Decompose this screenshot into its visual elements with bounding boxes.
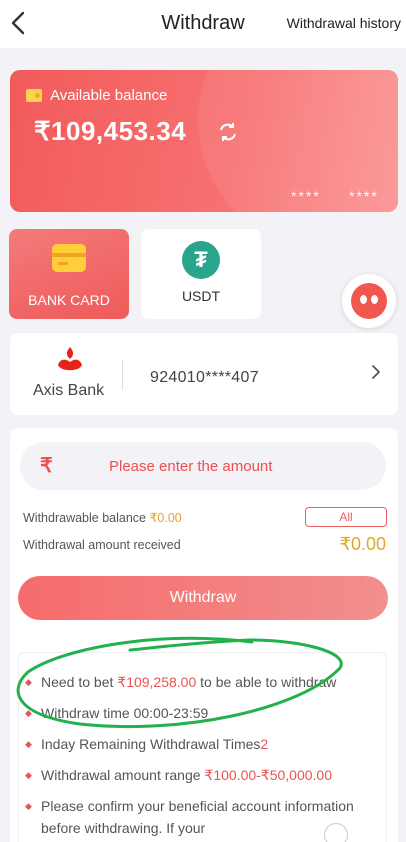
method-label: BANK CARD <box>28 292 110 308</box>
all-button[interactable]: All <box>305 507 387 527</box>
tether-icon: ₮ <box>182 241 220 279</box>
bank-card-icon <box>52 244 86 272</box>
top-bar: Withdraw Withdrawal history <box>0 0 406 48</box>
balance-label: Available balance <box>50 87 168 104</box>
withdraw-button[interactable]: Withdraw <box>18 576 388 620</box>
support-mascot-icon <box>351 283 387 319</box>
withdrawable-label: Withdrawable balance <box>23 511 150 525</box>
scroll-indicator <box>324 823 348 842</box>
customer-service-button[interactable] <box>342 274 396 328</box>
masked-card-left: **** <box>291 188 321 204</box>
amount-input[interactable] <box>75 442 375 490</box>
withdrawable-value: ₹0.00 <box>149 511 182 525</box>
bank-logo-icon <box>58 347 82 371</box>
note-bet-requirement: Need to bet ₹109,258.00 to be able to wi… <box>25 671 381 693</box>
balance-card: Available balance ₹109,453.34 **** **** <box>10 70 398 212</box>
amount-field[interactable]: ₹ <box>20 442 386 490</box>
method-bank-card[interactable]: BANK CARD <box>9 229 129 319</box>
method-label: USDT <box>181 288 221 304</box>
account-number: 924010****407 <box>150 369 259 386</box>
received-value: ₹0.00 <box>339 534 387 554</box>
chevron-right-icon <box>370 363 382 387</box>
received-label: Withdrawal amount received <box>23 538 181 552</box>
withdraw-notes: Need to bet ₹109,258.00 to be able to wi… <box>18 652 387 842</box>
withdrawable-balance: Withdrawable balance ₹0.00 <box>23 510 182 525</box>
masked-card-right: **** <box>349 188 379 204</box>
note-remaining-times: Inday Remaining Withdrawal Times2 <box>25 733 381 755</box>
note-withdraw-time: Withdraw time 00:00-23:59 <box>25 702 381 724</box>
note-amount-range: Withdrawal amount range ₹100.00-₹50,000.… <box>25 764 381 786</box>
balance-amount: ₹109,453.34 <box>34 116 187 146</box>
bank-name: Axis Bank <box>33 382 105 399</box>
refresh-icon[interactable] <box>216 120 240 144</box>
divider <box>122 360 123 390</box>
withdrawal-history-link[interactable]: Withdrawal history <box>287 15 401 31</box>
wallet-icon <box>26 89 42 102</box>
withdraw-form: ₹ Withdrawable balance ₹0.00 All Withdra… <box>10 428 398 842</box>
method-usdt[interactable]: ₮ USDT <box>141 229 261 319</box>
bank-account-row[interactable]: Axis Bank 924010****407 <box>10 333 398 415</box>
rupee-icon: ₹ <box>40 455 53 477</box>
